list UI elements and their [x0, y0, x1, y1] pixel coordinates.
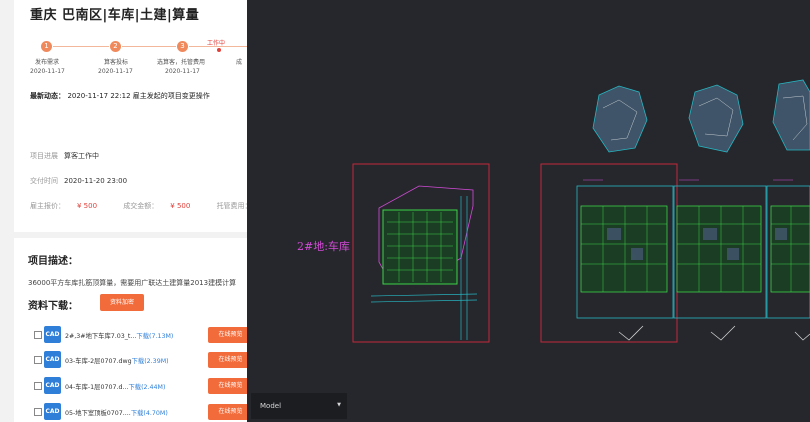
downloads-title: 资料下载： [28, 301, 78, 312]
step-3-date: 2020-11-17 [165, 68, 200, 75]
download-link[interactable]: 下载(2.44M) [128, 384, 165, 391]
download-link[interactable]: 下载(2.39M) [132, 358, 169, 365]
deadline-label: 交付时间 [30, 177, 58, 185]
employer-price-value: ¥ 500 [77, 202, 98, 210]
current-step-label: 工作中 [207, 40, 226, 47]
project-panel: 重庆 巴南区|车库|土建|算量 1 2 3 工作中 发布需求 算客投标 选算客，… [0, 0, 247, 422]
step-1-label: 发布需求 [35, 59, 60, 66]
description-text: 36000平方车库扎筋顶算量，需要用广联达土建算量2013建模计算 [28, 279, 237, 287]
price-row: 雇主报价：¥ 500 成交金额：¥ 500 托管费用：¥ [30, 201, 247, 211]
cad-drawing-canvas[interactable]: 2#地:车库 [247, 0, 810, 422]
cad-file-icon: CAD [44, 351, 61, 368]
deal-price-value: ¥ 500 [170, 202, 191, 210]
cad-viewer[interactable]: 2#地:车库 Model ▼ [247, 0, 810, 422]
employer-price-label: 雇主报价： [30, 202, 65, 210]
progress-label: 项目进展 [30, 152, 58, 160]
recent-activity-label: 最新动态： [30, 92, 65, 100]
floor-plan-details [580, 179, 810, 341]
deadline-value: 2020-11-20 23:00 [64, 177, 128, 185]
cad-file-icon: CAD [44, 377, 61, 394]
step-connector [122, 46, 176, 47]
cad-file-icon: CAD [44, 326, 61, 343]
site-plan-thumbnail [592, 79, 810, 153]
preview-button[interactable]: 在线预览 [208, 404, 247, 420]
progress-info: 项目进展 算客工作中 [30, 151, 99, 161]
file-checkbox[interactable] [34, 331, 42, 339]
garage-floor-plan: 2#地:车库 [297, 185, 478, 340]
preview-button[interactable]: 在线预览 [208, 352, 247, 368]
step-connector [53, 46, 109, 47]
preview-button[interactable]: 在线预览 [208, 327, 247, 343]
download-link[interactable]: 下载(4.70M) [131, 410, 168, 417]
file-checkbox[interactable] [34, 382, 42, 390]
model-select[interactable]: Model ▼ [251, 393, 347, 419]
step-3-label: 选算客，托管费用 [157, 59, 206, 66]
cad-file-icon: CAD [44, 403, 61, 420]
file-row: CAD 04-车库-1层0707.d...下载(2.44M) 在线预览 [34, 377, 247, 395]
file-name-text: 05-地下室顶板0707.... [65, 410, 131, 417]
pay-for-files-button[interactable]: 资料加密 [100, 294, 144, 311]
file-checkbox[interactable] [34, 356, 42, 364]
model-select-value: Model [260, 402, 282, 410]
file-row: CAD 2#,3#地下车库7.03_t...下载(7.13M) 在线预览 [34, 326, 247, 344]
current-step-marker [217, 48, 221, 52]
step-3-dot: 3 [177, 41, 188, 52]
step-2-date: 2020-11-17 [98, 68, 133, 75]
step-2-dot: 2 [110, 41, 121, 52]
preview-button[interactable]: 在线预览 [208, 378, 247, 394]
deadline-info: 交付时间 2020-11-20 23:00 [30, 176, 127, 186]
progress-value: 算客工作中 [64, 152, 99, 160]
download-link[interactable]: 下载(7.13M) [136, 333, 173, 340]
step-1-date: 2020-11-17 [30, 68, 65, 75]
project-summary-card: 重庆 巴南区|车库|土建|算量 1 2 3 工作中 发布需求 算客投标 选算客，… [14, 0, 247, 232]
file-row: CAD 05-地下室顶板0707....下载(4.70M) 在线预览 [34, 403, 247, 421]
dropdown-caret-icon: ▼ [337, 402, 341, 408]
drawing-label: 2#地:车库 [297, 239, 350, 253]
file-row: CAD 03-车库-2层0707.dwg下载(2.39M) 在线预览 [34, 351, 247, 369]
file-name-text: 04-车库-1层0707.d... [65, 384, 129, 391]
file-name: 03-车库-2层0707.dwg下载(2.39M) [65, 356, 169, 365]
recent-activity: 最新动态： 2020-11-17 22:12 雇主发起的项目变更操作 [30, 91, 210, 101]
step-4-label: 成 [236, 59, 243, 66]
project-details-card: 项目描述： 36000平方车库扎筋顶算量，需要用广联达土建算量2013建模计算 … [14, 238, 247, 422]
file-name: 05-地下室顶板0707....下载(4.70M) [65, 408, 168, 417]
file-name: 2#,3#地下车库7.03_t...下载(7.13M) [65, 331, 173, 340]
step-1-dot: 1 [41, 41, 52, 52]
file-name: 04-车库-1层0707.d...下载(2.44M) [65, 382, 165, 391]
project-title: 重庆 巴南区|车库|土建|算量 [30, 8, 200, 23]
deal-price-label: 成交金额： [123, 202, 159, 210]
description-title: 项目描述： [28, 256, 78, 267]
escrow-label: 托管费用： [216, 202, 247, 210]
step-2-label: 算客投标 [104, 59, 129, 66]
file-checkbox[interactable] [34, 408, 42, 416]
progress-steps: 1 2 3 工作中 发布需求 算客投标 选算客，托管费用 成 2020-11-1… [14, 38, 247, 78]
file-name-text: 03-车库-2层0707.dwg [65, 358, 132, 365]
file-name-text: 2#,3#地下车库7.03_t... [65, 333, 137, 340]
recent-activity-value: 2020-11-17 22:12 雇主发起的项目变更操作 [67, 92, 210, 100]
